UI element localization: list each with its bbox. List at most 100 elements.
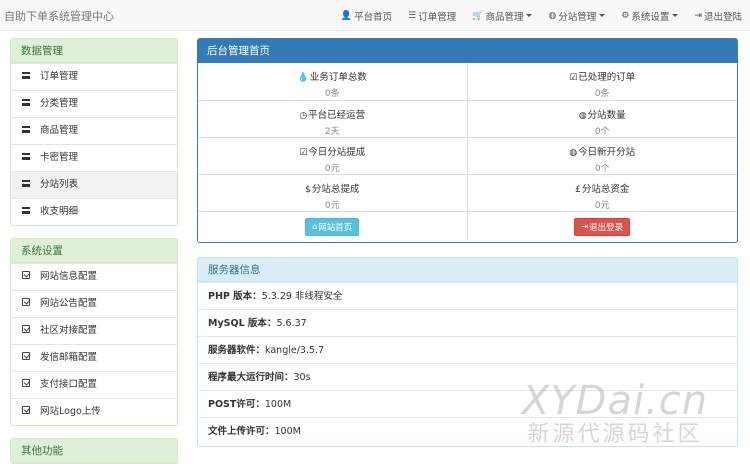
edit-check-icon	[21, 291, 31, 317]
panel-title: 其他功能	[11, 439, 177, 463]
clock-icon: ◷	[299, 111, 308, 121]
stat-label: 分站总资金	[581, 184, 630, 195]
cart-icon: 🛒	[472, 10, 484, 21]
stat-today-new-substations: ◍今日新开分站 0个	[467, 137, 737, 174]
edit-check-icon	[21, 318, 31, 344]
sidebar-item-label: 订单管理	[40, 71, 79, 82]
stat-value: 0元	[594, 201, 610, 211]
site-home-button[interactable]: ⌂ 网站首页	[305, 217, 360, 236]
tint-icon: 💧	[297, 73, 309, 83]
nav-orders[interactable]: ☰ 订单管理	[400, 0, 464, 31]
stat-processed-orders: ☑已处理的订单 0条	[468, 63, 738, 100]
check-icon: ☑	[569, 73, 578, 83]
stat-substation-count: ◍分站数量 0个	[467, 100, 737, 137]
stat-label: 平台已经运营	[308, 110, 366, 121]
sidebar-item-community[interactable]: 社区对接配置	[11, 317, 177, 344]
info-label: 服务器软件：	[208, 345, 266, 356]
sidebar-item-card-keys[interactable]: 卡密管理	[11, 144, 177, 171]
info-row-server-software: 服务器软件：kangle/3.5.7	[198, 336, 737, 363]
sidebar-item-label: 网站信息配置	[40, 271, 98, 282]
nav-products[interactable]: 🛒 商品管理	[464, 0, 540, 31]
system-settings-panel: 系统设置 网站信息配置 网站公告配置 社区对接配置 发信邮箱配置 支付接口配置 …	[10, 238, 178, 426]
nav-label: 系统设置	[631, 11, 670, 23]
info-value: kangle/3.5.7	[265, 345, 325, 356]
nav-home[interactable]: 👤 平台首页	[333, 0, 400, 31]
sidebar-item-label: 网站Logo上传	[40, 406, 101, 417]
sidebar-item-ledger[interactable]: 收支明细	[11, 198, 177, 225]
info-label: PHP 版本：	[208, 291, 262, 302]
list-icon: ☰	[408, 10, 417, 21]
info-row-mysql: MySQL 版本：5.6.37	[198, 309, 737, 336]
sidebar-item-label: 社区对接配置	[40, 325, 98, 336]
sidebar-item-payment[interactable]: 支付接口配置	[11, 371, 177, 398]
list-icon	[21, 172, 31, 198]
action-row: ⌂ 网站首页 ⇥ 退出登录	[198, 211, 737, 241]
sidebar-item-label: 支付接口配置	[40, 379, 98, 390]
sidebar-item-substation-list[interactable]: 分站列表	[11, 171, 177, 198]
nav-label: 平台首页	[354, 11, 393, 23]
sidebar-item-logo-upload[interactable]: 网站Logo上传	[11, 398, 177, 425]
sidebar-item-label: 商品管理	[40, 125, 79, 136]
nav-label: 订单管理	[418, 11, 457, 23]
nav-settings[interactable]: ⚙ 系统设置	[613, 0, 686, 31]
stat-label: 业务订单总数	[309, 72, 367, 83]
panel-title: 数据管理	[11, 39, 177, 63]
nav-label: 商品管理	[485, 11, 524, 23]
logout-button[interactable]: ⇥ 退出登录	[574, 217, 631, 236]
edit-check-icon	[21, 345, 31, 371]
stat-value: 0个	[594, 127, 610, 137]
logout-icon: ⇥	[694, 10, 702, 21]
panel-title: 系统设置	[11, 239, 177, 263]
info-row-php: PHP 版本：5.3.29 非线程安全	[198, 282, 737, 309]
edit-check-icon	[21, 372, 31, 398]
globe-icon: ◍	[578, 111, 587, 121]
nav-logout[interactable]: ⇥ 退出登陆	[686, 0, 750, 31]
info-value: 5.6.37	[276, 318, 307, 329]
panel-title: 后台管理首页	[198, 39, 737, 63]
sidebar-item-mail[interactable]: 发信邮箱配置	[11, 344, 177, 371]
sidebar-item-label: 网站公告配置	[40, 298, 98, 309]
data-management-panel: 数据管理 订单管理 分类管理 商品管理 卡密管理 分站列表 收支明细	[10, 38, 178, 226]
nav-label: 退出登陆	[703, 11, 742, 23]
list-icon	[21, 199, 31, 225]
list-icon	[21, 91, 31, 117]
check-icon: ☑	[299, 148, 308, 158]
info-label: POST许可：	[208, 399, 265, 410]
stat-label: 今日新开分站	[578, 147, 636, 158]
top-nav: 👤 平台首页 ☰ 订单管理 🛒 商品管理 ◍ 分站管理 ⚙ 系统设置 ⇥ 退出登…	[333, 0, 750, 31]
info-row-post-limit: POST许可：100M	[198, 390, 737, 417]
list-icon	[21, 145, 31, 171]
sidebar-item-label: 发信邮箱配置	[40, 352, 98, 363]
sidebar-item-products[interactable]: 商品管理	[11, 117, 177, 144]
stat-value: 0元	[324, 201, 340, 211]
stat-label: 今日分站提成	[308, 147, 366, 158]
info-value: 100M	[264, 399, 292, 410]
info-label: MySQL 版本：	[208, 318, 277, 329]
nav-label: 分站管理	[558, 11, 597, 23]
sidebar-item-orders[interactable]: 订单管理	[11, 63, 177, 90]
caret-down-icon	[672, 14, 679, 17]
brand-title[interactable]: 自助下单系统管理中心	[4, 8, 114, 24]
cog-icon: ⚙	[621, 10, 630, 21]
nav-substations[interactable]: ◍ 分站管理	[540, 0, 613, 31]
sidebar-item-categories[interactable]: 分类管理	[11, 90, 177, 117]
list-icon	[21, 64, 31, 90]
stat-value: 0元	[324, 164, 340, 174]
stat-label: 分站数量	[587, 110, 626, 121]
sidebar-item-site-notice[interactable]: 网站公告配置	[11, 290, 177, 317]
sidebar-item-site-info[interactable]: 网站信息配置	[11, 263, 177, 290]
info-row-upload-limit: 文件上传许可：100M	[198, 417, 737, 444]
info-row-max-exec-time: 程序最大运行时间：30s	[198, 363, 737, 390]
info-label: 程序最大运行时间：	[208, 372, 294, 383]
info-value: 100M	[274, 426, 301, 437]
stat-total-orders: 💧业务订单总数 0条	[198, 63, 468, 100]
stat-total-funds: £分站总资金 0元	[467, 174, 737, 211]
list-icon	[21, 118, 31, 144]
stat-value: 0个	[594, 164, 610, 174]
info-value: 5.3.29 非线程安全	[261, 291, 343, 302]
panel-title: 服务器信息	[198, 258, 737, 282]
logout-icon: ⇥	[581, 222, 589, 231]
top-navbar: 自助下单系统管理中心 👤 平台首页 ☰ 订单管理 🛒 商品管理 ◍ 分站管理 ⚙…	[0, 0, 750, 31]
edit-check-icon	[21, 399, 31, 425]
server-info-panel: 服务器信息 PHP 版本：5.3.29 非线程安全 MySQL 版本：5.6.3…	[197, 257, 738, 447]
